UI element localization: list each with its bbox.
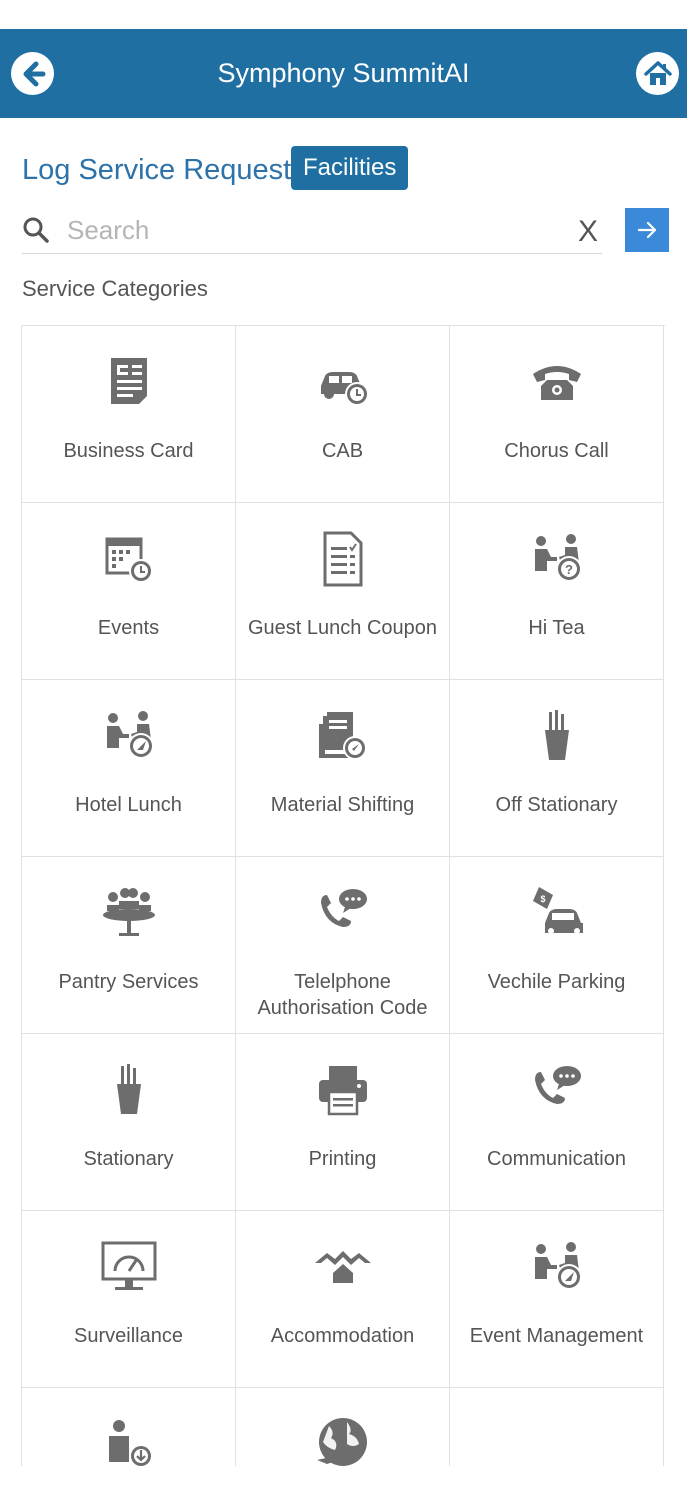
category-tile[interactable]: Off Stationary (450, 680, 664, 857)
pencil-cup-icon (117, 1064, 141, 1114)
category-label: Stationary (83, 1148, 174, 1170)
category-label: Communication (487, 1148, 626, 1170)
category-label: Event Management (469, 1325, 644, 1347)
meeting-table-icon (103, 888, 155, 936)
facilities-badge[interactable]: Facilities (291, 146, 409, 190)
category-label: Accommodation (270, 1325, 415, 1347)
home-icon (643, 60, 672, 85)
page-title: Log Service Request (22, 154, 292, 186)
categories-scroll-area[interactable]: Business Card CAB Chorus Call Events Guest L… (21, 325, 665, 1466)
globe-plane-icon (317, 1418, 367, 1466)
printer-icon (319, 1066, 367, 1116)
category-tile[interactable]: Material Shifting (236, 680, 450, 857)
people-question-icon: ? (535, 534, 582, 582)
category-tile[interactable]: Surveillance (22, 1211, 236, 1388)
pencil-cup-icon (545, 710, 569, 760)
app-header: Symphony SummitAI (0, 29, 687, 118)
calendar-clock-icon (105, 537, 153, 583)
category-tile[interactable]: Events (22, 503, 236, 680)
category-tile[interactable]: Guest Lunch Coupon (236, 503, 450, 680)
category-label: Off Stationary (495, 794, 618, 816)
svg-text:?: ? (565, 562, 573, 577)
search-bar: X (22, 206, 602, 254)
category-tile[interactable]: Accommodation (236, 1211, 450, 1388)
category-tile[interactable] (22, 1388, 236, 1466)
category-label: Hotel Lunch (75, 794, 182, 816)
category-label: Chorus Call (504, 440, 609, 462)
car-clock-icon (321, 372, 369, 406)
category-tile[interactable]: Printing (236, 1034, 450, 1211)
category-tile[interactable] (236, 1388, 450, 1466)
svg-text:$: $ (540, 894, 545, 904)
person-download-icon (109, 1420, 153, 1466)
category-tile[interactable]: Event Management (450, 1211, 664, 1388)
people-compass-icon (535, 1242, 582, 1290)
clear-search-button[interactable]: X (578, 212, 598, 252)
telephone-icon (533, 366, 581, 400)
category-tile[interactable]: $ Vechile Parking (450, 857, 664, 1034)
category-tile[interactable]: ? Hi Tea (450, 503, 664, 680)
checklist-document-icon (323, 531, 363, 587)
phone-chat-icon (535, 1066, 581, 1104)
document-icon (111, 358, 147, 404)
app-title: Symphony SummitAI (217, 58, 470, 88)
search-icon (23, 217, 49, 243)
category-tile[interactable]: CAB (236, 326, 450, 503)
category-tile[interactable]: Chorus Call (450, 326, 664, 503)
search-go-button[interactable] (625, 208, 669, 252)
category-label: Material Shifting (270, 794, 415, 816)
category-tile[interactable]: Communication (450, 1034, 664, 1211)
category-tile[interactable]: Pantry Services (22, 857, 236, 1034)
category-label: Printing (308, 1148, 377, 1170)
home-button[interactable] (636, 52, 679, 95)
category-label: Pantry Services (58, 971, 199, 993)
status-bar (0, 0, 693, 29)
car-parking-icon: $ (533, 887, 583, 934)
category-label: Vechile Parking (487, 971, 626, 993)
back-button[interactable] (11, 52, 54, 95)
categories-grid: Business Card CAB Chorus Call Events Guest L… (21, 325, 665, 1466)
category-label: CAB (321, 440, 364, 462)
category-label: Guest Lunch Coupon (247, 617, 438, 639)
phone-chat-icon (321, 889, 367, 927)
category-tile[interactable]: Business Card (22, 326, 236, 503)
category-tile[interactable]: Hotel Lunch (22, 680, 236, 857)
houses-icon (315, 1251, 371, 1283)
monitor-gauge-icon (101, 1241, 157, 1290)
category-label: Events (97, 617, 160, 639)
category-label: Telelphone Authorisation Code (257, 971, 428, 1019)
folders-compass-icon (319, 712, 367, 760)
category-label: Business Card (63, 440, 194, 462)
empty-tile (450, 1388, 664, 1466)
service-categories-label: Service Categories (22, 276, 208, 301)
people-compass-icon (107, 711, 154, 759)
category-label: Hi Tea (528, 617, 585, 639)
category-tile[interactable]: Telelphone Authorisation Code (236, 857, 450, 1034)
back-arrow-icon (23, 61, 45, 86)
search-input[interactable] (67, 210, 557, 250)
arrow-right-icon (637, 221, 657, 239)
category-tile[interactable]: Stationary (22, 1034, 236, 1211)
category-label: Surveillance (74, 1325, 183, 1347)
